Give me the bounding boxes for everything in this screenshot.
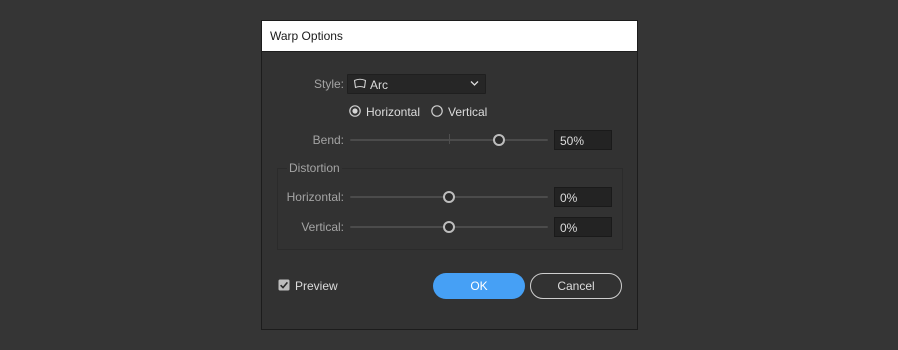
- distortion-horizontal-label: Horizontal:: [286, 190, 344, 204]
- ok-button[interactable]: OK: [433, 273, 525, 299]
- preview-label[interactable]: Preview: [295, 279, 338, 293]
- distortion-group: [277, 168, 623, 250]
- preview-checkbox[interactable]: [278, 279, 290, 291]
- distortion-horizontal-thumb[interactable]: [443, 191, 455, 203]
- distortion-horizontal-field[interactable]: 0%: [554, 187, 612, 207]
- arc-icon: [353, 78, 367, 89]
- chevron-down-icon: [470, 81, 479, 86]
- dialog-title: Warp Options: [270, 29, 343, 43]
- distortion-vertical-label: Vertical:: [301, 220, 344, 234]
- radio-horizontal[interactable]: [349, 105, 361, 117]
- cancel-button[interactable]: Cancel: [530, 273, 622, 299]
- bend-slider-center-tick: [449, 134, 450, 144]
- distortion-vertical-thumb[interactable]: [443, 221, 455, 233]
- bend-slider[interactable]: [350, 133, 548, 147]
- dialog-titlebar: Warp Options: [262, 21, 637, 52]
- distortion-horizontal-slider[interactable]: [350, 190, 548, 204]
- distortion-vertical-slider[interactable]: [350, 220, 548, 234]
- bend-label: Bend:: [312, 133, 344, 147]
- radio-vertical-label[interactable]: Vertical: [448, 105, 487, 119]
- radio-horizontal-label[interactable]: Horizontal: [366, 105, 420, 119]
- bend-value-field[interactable]: 50%: [554, 130, 612, 150]
- style-dropdown-value: Arc: [370, 78, 388, 92]
- style-label: Style:: [313, 77, 344, 91]
- distortion-vertical-field[interactable]: 0%: [554, 217, 612, 237]
- style-dropdown[interactable]: Arc: [347, 74, 486, 94]
- radio-vertical[interactable]: [431, 105, 443, 117]
- distortion-group-title: Distortion: [287, 161, 342, 175]
- warp-options-dialog: Warp Options Style: Arc Horizontal Verti…: [261, 20, 638, 330]
- bend-slider-thumb[interactable]: [492, 134, 505, 146]
